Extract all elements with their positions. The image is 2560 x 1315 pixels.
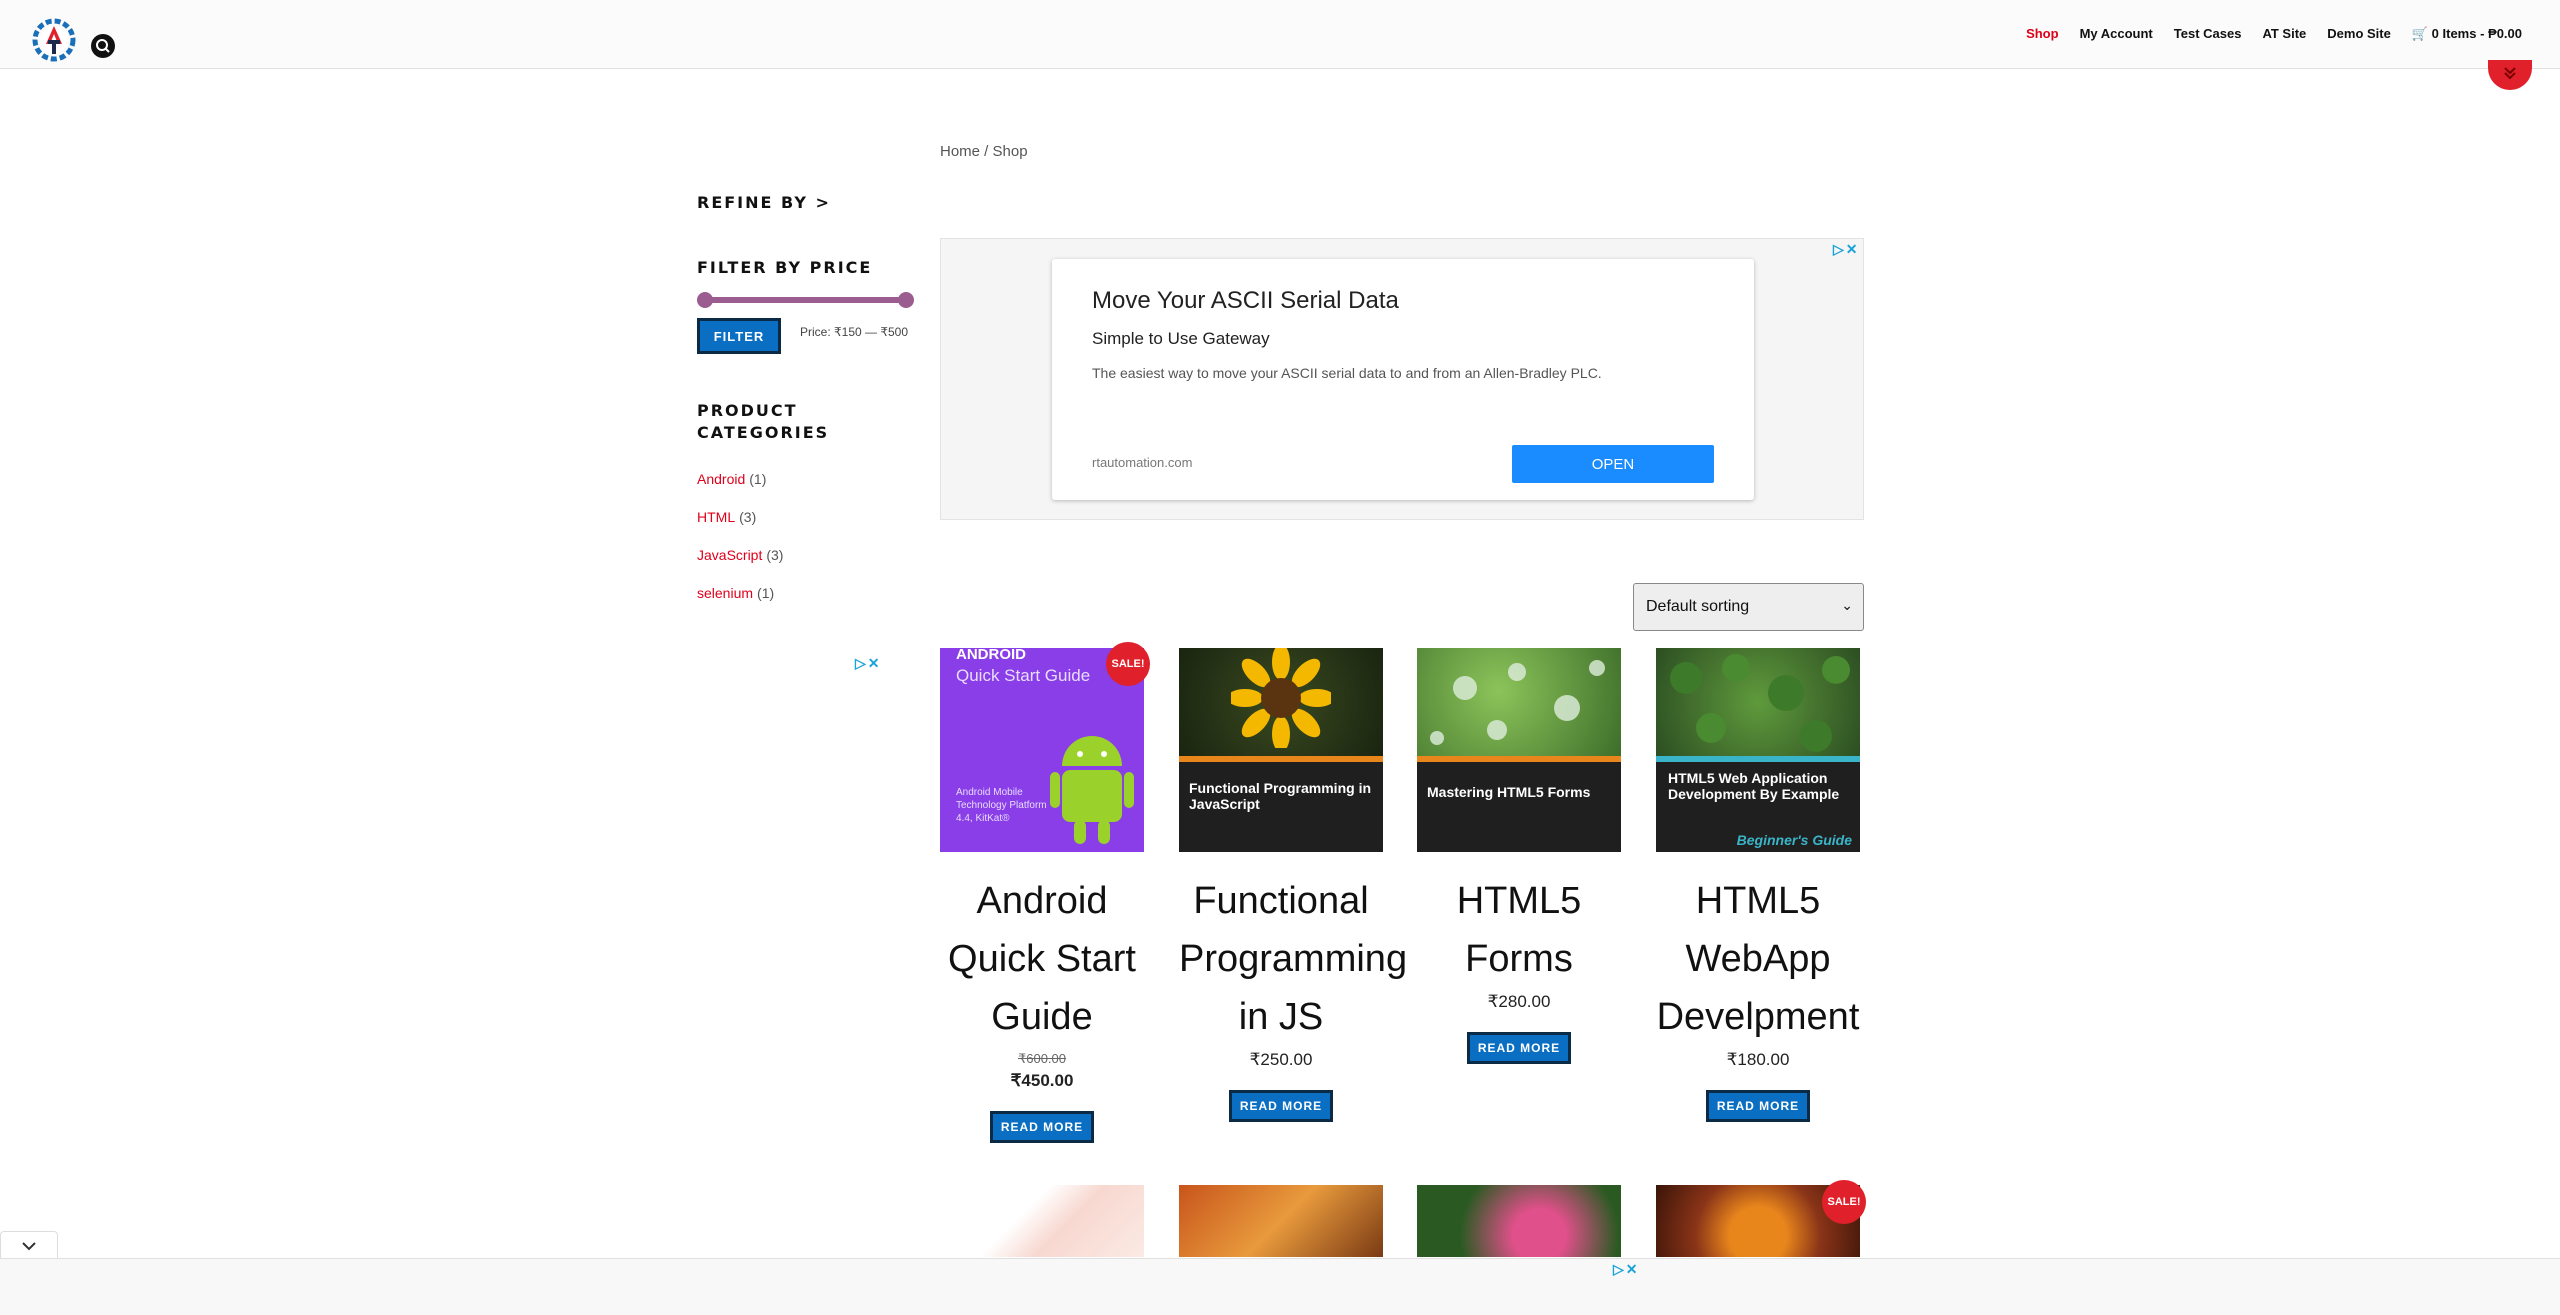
- product-card: Mastering HTML5 Forms HTML5 Forms ₹280.0…: [1417, 648, 1621, 1064]
- nav-cart[interactable]: 🛒 0 Items - ₱0.00: [2412, 26, 2522, 42]
- sort-selected-value: Default sorting: [1646, 598, 1750, 615]
- category-item: Android (1): [697, 471, 766, 487]
- product-image[interactable]: HTML5 Web Application Development By Exa…: [1656, 648, 1860, 852]
- price-slider-track[interactable]: [702, 297, 908, 303]
- ad-subtitle: Simple to Use Gateway: [1092, 329, 1270, 348]
- category-item: JavaScript (3): [697, 547, 783, 563]
- android-mascot-icon: [1050, 736, 1134, 844]
- cover-title: HTML5 Web Application Development By Exa…: [1668, 770, 1840, 802]
- sticky-footer-ad: ▷✕: [0, 1258, 2560, 1315]
- breadcrumb-separator: /: [980, 143, 993, 160]
- read-more-button[interactable]: READ MORE: [1229, 1090, 1333, 1122]
- product-title[interactable]: Android Quick Start Guide: [940, 872, 1144, 1046]
- sale-badge: SALE!: [1822, 1180, 1866, 1224]
- adchoices-icon[interactable]: ▷✕: [855, 655, 882, 672]
- ad-title[interactable]: Move Your ASCII Serial Data: [1092, 287, 1399, 315]
- filter-price-title: FILTER BY PRICE: [697, 258, 873, 277]
- product-image[interactable]: Functional Programming in JavaScript: [1179, 648, 1383, 852]
- product-price: ₹180.00: [1726, 1050, 1790, 1069]
- breadcrumb-home[interactable]: Home: [940, 143, 980, 160]
- search-icon[interactable]: [91, 34, 115, 58]
- category-count: (3): [766, 547, 784, 563]
- category-link[interactable]: JavaScript: [697, 547, 762, 563]
- product-image[interactable]: [1179, 1185, 1383, 1257]
- water-drops-icon: [1430, 660, 1605, 745]
- category-link[interactable]: selenium: [697, 585, 753, 601]
- product-image[interactable]: [940, 1185, 1144, 1257]
- product-image[interactable]: [1417, 1185, 1621, 1257]
- product-title[interactable]: HTML5 WebApp Develpment: [1656, 872, 1860, 1046]
- product-price: ₹450.00: [1010, 1071, 1074, 1090]
- cover-subtitle: Quick Start Guide: [956, 666, 1091, 685]
- chevron-down-icon: ⌄: [1841, 597, 1853, 613]
- price-range-label: Price: ₹150 — ₹500: [800, 325, 908, 339]
- price-slider-min-handle[interactable]: [697, 292, 713, 308]
- product-card: HTML5 Web Application Development By Exa…: [1656, 648, 1860, 1122]
- category-item: selenium (1): [697, 585, 774, 601]
- product-image[interactable]: Mastering HTML5 Forms: [1417, 648, 1621, 852]
- product-card: Functional Programming in JavaScript Fun…: [1179, 648, 1407, 1122]
- lily-pads-icon: [1670, 654, 1850, 752]
- nav-my-account[interactable]: My Account: [2080, 26, 2153, 42]
- product-price: ₹250.00: [1249, 1050, 1313, 1069]
- product-title[interactable]: HTML5 Forms: [1417, 872, 1621, 988]
- cover-title: Mastering HTML5 Forms: [1427, 784, 1591, 800]
- category-count: (1): [749, 471, 767, 487]
- collapse-ad-toggle[interactable]: [0, 1231, 58, 1259]
- site-logo[interactable]: [30, 14, 78, 64]
- filter-button[interactable]: FILTER: [697, 318, 781, 354]
- adchoices-icon[interactable]: ▷✕: [1833, 241, 1860, 258]
- ad-open-button[interactable]: OPEN: [1512, 445, 1714, 483]
- ad-description: The easiest way to move your ASCII seria…: [1092, 365, 1602, 381]
- nav-test-cases[interactable]: Test Cases: [2174, 26, 2242, 42]
- adchoices-icon[interactable]: ▷✕: [1613, 1261, 1640, 1278]
- refine-title[interactable]: REFINE BY >: [697, 193, 831, 212]
- category-count: (3): [739, 509, 757, 525]
- breadcrumb: Home / Shop: [940, 143, 1028, 160]
- category-link[interactable]: Android: [697, 471, 745, 487]
- product-categories-title: PRODUCT CATEGORIES: [697, 401, 830, 442]
- cart-summary: 0 Items - ₱0.00: [2431, 26, 2522, 41]
- product-card: ANDROID Quick Start Guide Android Mobile…: [940, 642, 1150, 1143]
- product-price: ₹280.00: [1487, 992, 1551, 1011]
- price-slider-max-handle[interactable]: [898, 292, 914, 308]
- sunflower-icon: [1231, 648, 1331, 748]
- nav-shop[interactable]: Shop: [2026, 26, 2059, 42]
- read-more-button[interactable]: READ MORE: [1706, 1090, 1810, 1122]
- ad-banner: ▷✕ Move Your ASCII Serial Data Simple to…: [940, 238, 1864, 520]
- ad-card[interactable]: Move Your ASCII Serial Data Simple to Us…: [1052, 259, 1754, 500]
- cart-icon: 🛒: [2411, 26, 2429, 41]
- chevron-down-icon: [22, 1241, 36, 1250]
- cover-title: Functional Programming in JavaScript: [1189, 780, 1372, 812]
- nav-at-site[interactable]: AT Site: [2262, 26, 2306, 42]
- scroll-down-badge[interactable]: [2488, 60, 2532, 90]
- cover-meta: Android Mobile Technology Platform 4.4, …: [956, 787, 1047, 824]
- cover-title: ANDROID: [956, 648, 1026, 663]
- category-link[interactable]: HTML: [697, 509, 735, 525]
- nav-demo-site[interactable]: Demo Site: [2327, 26, 2391, 42]
- category-count: (1): [757, 585, 775, 601]
- product-title[interactable]: Functional Programming in JS: [1179, 872, 1407, 1046]
- read-more-button[interactable]: READ MORE: [1467, 1032, 1571, 1064]
- cover-subtitle: Beginner's Guide: [1736, 832, 1852, 848]
- sale-badge: SALE!: [1106, 642, 1150, 686]
- sort-select[interactable]: Default sorting ⌄: [1633, 583, 1864, 631]
- main-nav: Shop My Account Test Cases AT Site Demo …: [2026, 26, 2522, 42]
- site-header: Shop My Account Test Cases AT Site Demo …: [0, 0, 2560, 69]
- category-item: HTML (3): [697, 509, 756, 525]
- read-more-button[interactable]: READ MORE: [990, 1111, 1094, 1143]
- ad-domain[interactable]: rtautomation.com: [1092, 455, 1192, 470]
- product-old-price: ₹600.00: [1017, 1051, 1067, 1066]
- breadcrumb-current: Shop: [992, 143, 1028, 160]
